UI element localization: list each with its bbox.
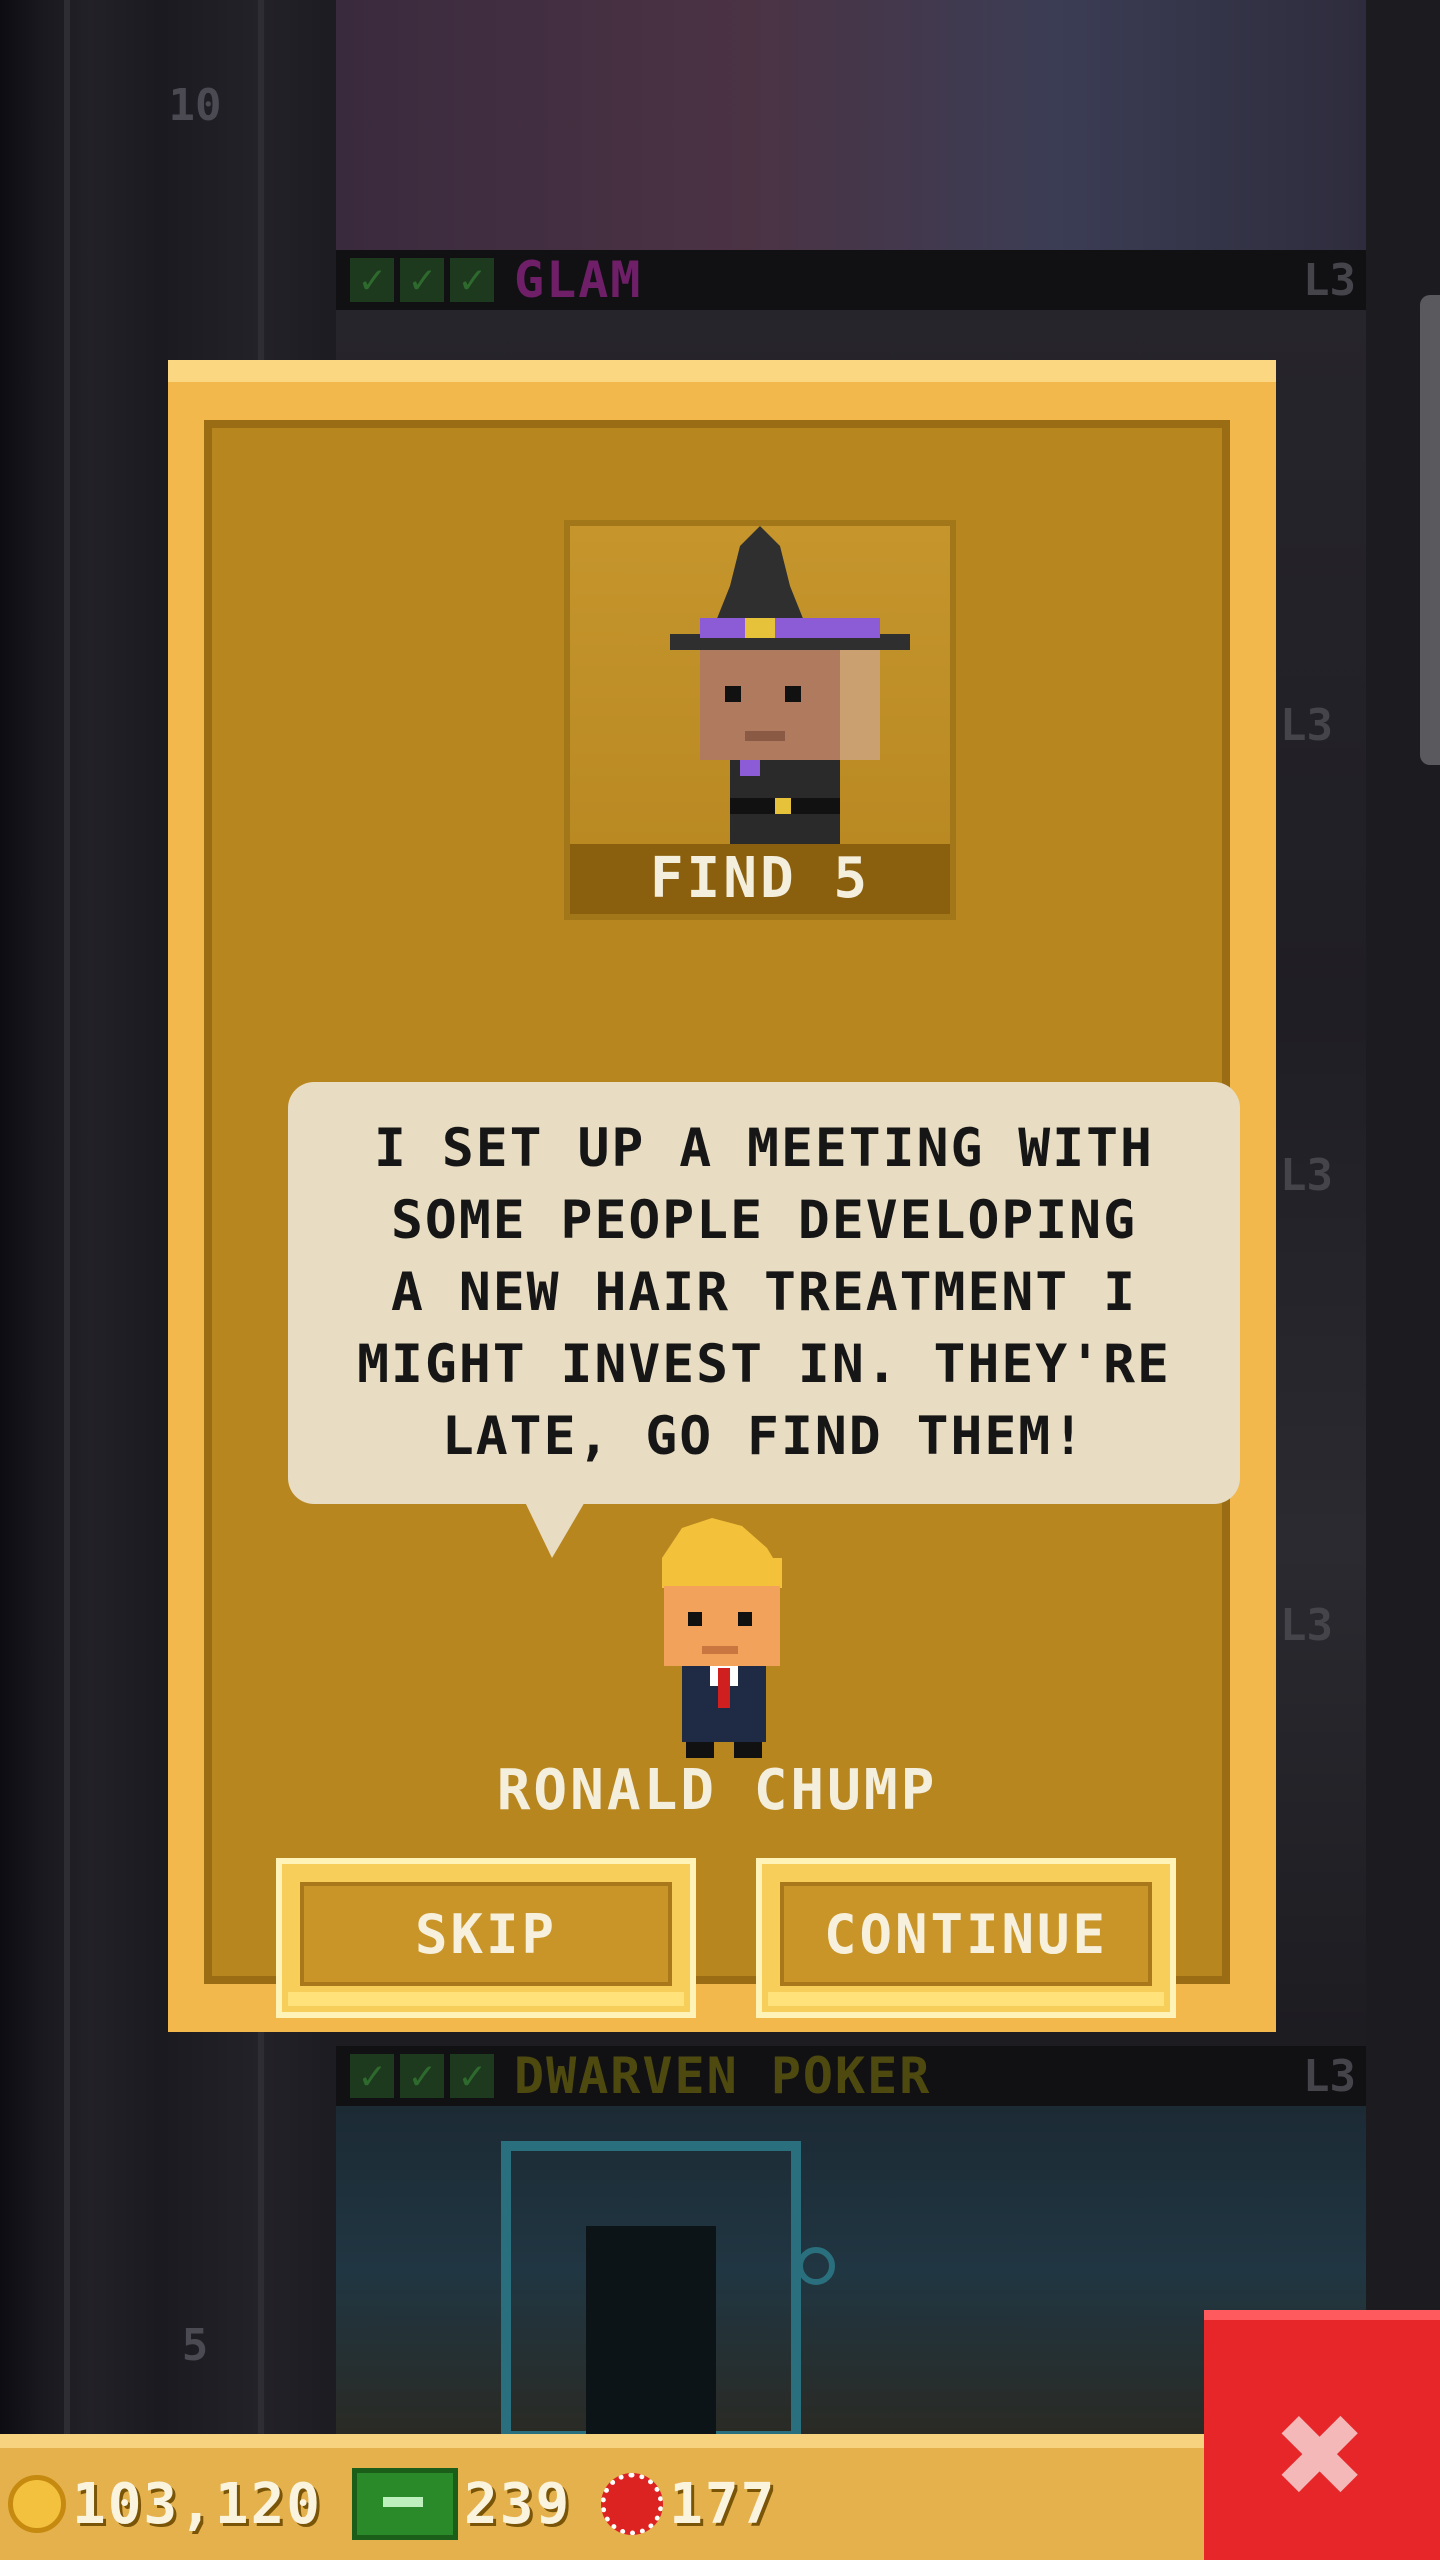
ronald-chump-character-icon xyxy=(662,1518,782,1758)
check-icon: ✓ xyxy=(400,258,444,302)
shaft-rail xyxy=(64,0,70,2560)
currency-bar: 103,120 239 177 xyxy=(0,2434,1210,2560)
room-level: L3 xyxy=(1280,700,1333,751)
coin-count: 103,120 xyxy=(72,2471,323,2537)
skip-button[interactable]: SKIP xyxy=(276,1858,696,2018)
currency-bar-highlight xyxy=(0,2434,1210,2448)
dialog-panel: FIND 5 I SET UP A MEETING WITH SOME PEOP… xyxy=(204,420,1240,2018)
dialogue-line: LATE, GO FIND THEM! xyxy=(441,1406,1087,1467)
side-scroll-tab[interactable] xyxy=(1420,295,1440,765)
button-glow xyxy=(288,1992,684,2006)
room-level: L3 xyxy=(1303,254,1356,306)
dialog-highlight xyxy=(168,360,1276,382)
check-icon: ✓ xyxy=(350,2054,394,2098)
check-icon: ✓ xyxy=(400,2054,444,2098)
find-count-label: FIND 5 xyxy=(570,844,950,914)
floor-number: 5 xyxy=(181,2320,209,2371)
witch-character-icon xyxy=(670,526,910,856)
speech-bubble-tail xyxy=(524,1500,586,1558)
room-label-glam: ✓ ✓ ✓ GLAM L3 xyxy=(336,250,1366,310)
room-level: L3 xyxy=(1280,1600,1333,1651)
poker-chip-icon xyxy=(601,2473,664,2535)
close-icon: ✖ xyxy=(1276,2368,1368,2542)
dialogue-text: I SET UP A MEETING WITH SOME PEOPLE DEVE… xyxy=(357,1113,1171,1473)
check-icon: ✓ xyxy=(450,258,494,302)
chip-count: 177 xyxy=(669,2471,777,2537)
currency-stats: 103,120 239 177 xyxy=(0,2448,776,2560)
bux-icon xyxy=(352,2468,459,2540)
speech-bubble: I SET UP A MEETING WITH SOME PEOPLE DEVE… xyxy=(288,1082,1240,1504)
room-label-dwarven-poker: ✓ ✓ ✓ DWARVEN POKER L3 xyxy=(336,2046,1366,2106)
continue-button-label: CONTINUE xyxy=(780,1882,1152,1986)
room-name: GLAM xyxy=(514,251,643,309)
button-glow xyxy=(768,1992,1164,2006)
check-icon: ✓ xyxy=(350,258,394,302)
room-glam-interior[interactable] xyxy=(336,0,1366,250)
room-level: L3 xyxy=(1280,1150,1333,1201)
bux-count: 239 xyxy=(464,2471,572,2537)
check-icon: ✓ xyxy=(450,2054,494,2098)
dialogue-line: SOME PEOPLE DEVELOPING xyxy=(391,1190,1137,1251)
room-stars: ✓ ✓ ✓ xyxy=(350,258,494,302)
continue-button[interactable]: CONTINUE xyxy=(756,1858,1176,2018)
room-level: L3 xyxy=(1303,2050,1356,2102)
room-name: DWARVEN POKER xyxy=(514,2047,932,2105)
npc-name: RONALD CHUMP xyxy=(496,1758,938,1823)
floor-number: 10 xyxy=(168,80,222,131)
coin-icon xyxy=(8,2475,66,2533)
room-stars: ✓ ✓ ✓ xyxy=(350,2054,494,2098)
dialogue-line: A NEW HAIR TREATMENT I xyxy=(391,1262,1137,1323)
dialogue-line: MIGHT INVEST IN. THEY'RE xyxy=(357,1334,1171,1395)
dialogue-line: I SET UP A MEETING WITH xyxy=(374,1118,1154,1179)
mission-dialog: FIND 5 I SET UP A MEETING WITH SOME PEOP… xyxy=(168,360,1276,2032)
close-button[interactable]: ✖ xyxy=(1204,2310,1440,2560)
skip-button-label: SKIP xyxy=(300,1882,672,1986)
target-portrait: FIND 5 xyxy=(564,520,956,920)
